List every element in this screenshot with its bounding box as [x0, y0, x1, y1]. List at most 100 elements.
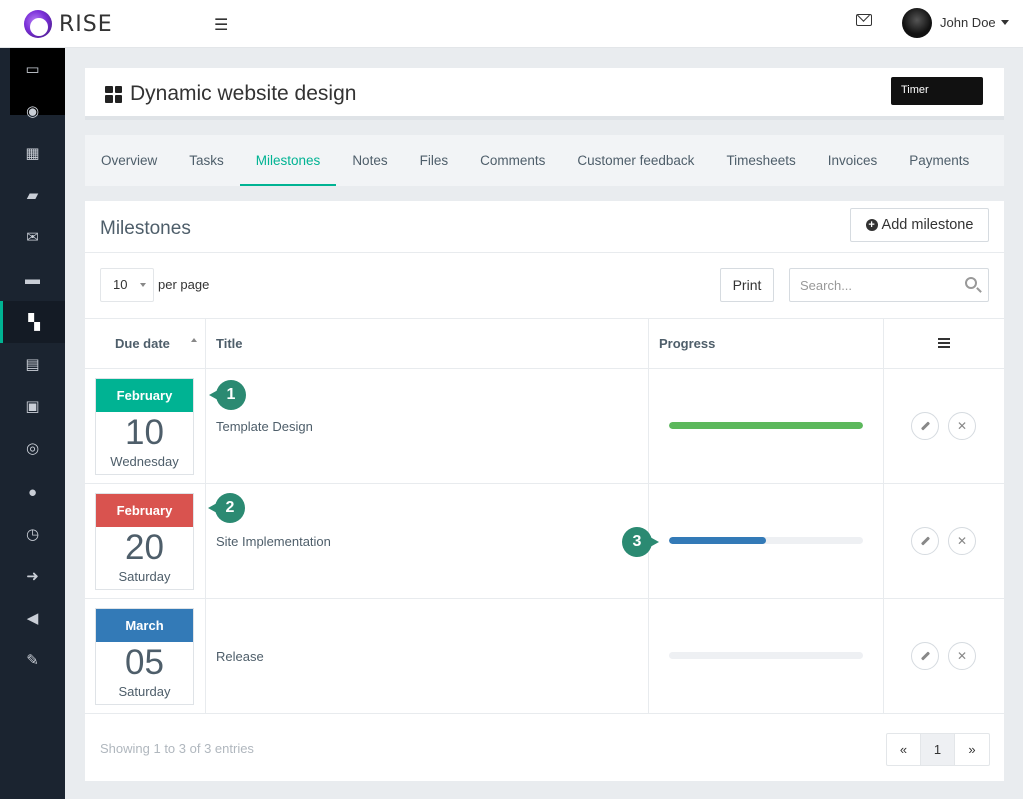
- chevron-down-icon[interactable]: [1001, 20, 1009, 25]
- due-date-card: February 20 Saturday: [95, 493, 194, 590]
- logo-mark-icon: [24, 10, 52, 38]
- chevron-down-icon: [140, 283, 146, 287]
- tab-payments[interactable]: Payments: [893, 135, 985, 186]
- close-icon: ✕: [956, 649, 968, 663]
- lifebuoy-icon: ◎: [25, 440, 40, 457]
- delete-button[interactable]: ✕: [948, 527, 976, 555]
- entries-info: Showing 1 to 3 of 3 entries: [100, 741, 254, 756]
- menu-toggle-icon[interactable]: ☰: [214, 15, 228, 35]
- pagination-page[interactable]: 1: [921, 734, 955, 765]
- sidebar-item-support[interactable]: ◎: [0, 427, 65, 469]
- due-weekday: Wednesday: [110, 454, 179, 469]
- edit-button[interactable]: [911, 642, 939, 670]
- plus-circle-icon: +: [865, 219, 878, 231]
- per-page-label: per page: [158, 277, 210, 292]
- file-icon: ▤: [25, 356, 40, 373]
- header-divider: [85, 116, 1004, 120]
- sidebar-item-messages[interactable]: ◉: [0, 90, 65, 132]
- delete-button[interactable]: ✕: [948, 642, 976, 670]
- bullhorn-icon: ◀: [26, 610, 39, 627]
- avatar[interactable]: [902, 8, 932, 38]
- sidebar-item-invoices[interactable]: ▤: [0, 343, 65, 385]
- close-icon: ✕: [956, 419, 968, 433]
- pencil-icon: [920, 536, 930, 546]
- due-day: 05: [125, 643, 164, 682]
- monitor-icon: ▭: [25, 61, 40, 78]
- sidebar-item-notes[interactable]: ▰: [0, 174, 65, 216]
- add-milestone-label: Add milestone: [881, 217, 974, 233]
- progress-bar: [669, 652, 863, 659]
- table-row: March 05 Saturday Release ✕: [85, 599, 1004, 714]
- search-icon: [965, 277, 977, 289]
- column-header-progress[interactable]: Progress: [659, 336, 715, 351]
- sidebar-item-payments[interactable]: ▣: [0, 385, 65, 427]
- print-button[interactable]: Print: [720, 268, 774, 302]
- tab-files[interactable]: Files: [404, 135, 465, 186]
- tab-overview[interactable]: Overview: [85, 135, 173, 186]
- tab-invoices[interactable]: Invoices: [812, 135, 894, 186]
- due-date-card: March 05 Saturday: [95, 608, 194, 705]
- timer-button[interactable]: Timer: [891, 77, 983, 105]
- book-icon: ▰: [26, 187, 39, 204]
- search-input[interactable]: [789, 268, 989, 302]
- close-icon: ✕: [956, 534, 968, 548]
- briefcase-icon: ▬: [25, 270, 40, 288]
- tab-tasks[interactable]: Tasks: [173, 135, 240, 186]
- project-title: Dynamic website design: [130, 82, 357, 105]
- due-day: 10: [125, 413, 164, 452]
- sort-asc-icon[interactable]: [191, 338, 197, 342]
- mail-icon[interactable]: [856, 14, 872, 26]
- milestone-title: Site Implementation: [216, 534, 331, 549]
- panel-title: Milestones: [100, 218, 191, 239]
- tab-notes[interactable]: Notes: [336, 135, 403, 186]
- sidebar-item-settings[interactable]: ✎: [0, 639, 65, 681]
- logo[interactable]: RISE: [24, 10, 113, 38]
- due-month: February: [96, 494, 193, 527]
- page-header: Dynamic website design Timer: [85, 68, 1004, 118]
- edit-button[interactable]: [911, 412, 939, 440]
- tab-timesheets[interactable]: Timesheets: [710, 135, 811, 186]
- pagination-prev[interactable]: «: [887, 734, 921, 765]
- milestone-title: Release: [216, 649, 264, 664]
- per-page-select[interactable]: 10: [100, 268, 154, 302]
- sidebar-item-leave[interactable]: ➜: [0, 555, 65, 597]
- progress-fill: [669, 422, 863, 429]
- sidebar-item-mail[interactable]: ✉: [0, 216, 65, 258]
- due-month: March: [96, 609, 193, 642]
- pencil-icon: [920, 421, 930, 431]
- sidebar-item-dashboard[interactable]: ▭: [0, 48, 65, 90]
- divider: [85, 252, 1004, 253]
- per-page-value: 10: [113, 277, 128, 292]
- tab-milestones[interactable]: Milestones: [239, 135, 337, 186]
- divider: [85, 713, 1004, 714]
- money-icon: ▣: [25, 398, 40, 415]
- column-header-due-date[interactable]: Due date: [115, 336, 170, 351]
- column-menu-icon[interactable]: [938, 338, 950, 348]
- due-day: 20: [125, 528, 164, 567]
- brand-name: RISE: [59, 11, 113, 37]
- sidebar-item-clients[interactable]: ▬: [0, 258, 65, 300]
- edit-button[interactable]: [911, 527, 939, 555]
- sidebar-item-announcements[interactable]: ◀: [0, 597, 65, 639]
- sidebar-item-attendance[interactable]: ◷: [0, 513, 65, 555]
- sidebar-item-events[interactable]: ▦: [0, 132, 65, 174]
- column-header-title[interactable]: Title: [216, 336, 243, 351]
- tab-comments[interactable]: Comments: [464, 135, 561, 186]
- milestone-title: Template Design: [216, 419, 313, 434]
- delete-button[interactable]: ✕: [948, 412, 976, 440]
- due-weekday: Saturday: [118, 684, 171, 699]
- sidebar: ▭ ◉ ▦ ▰ ✉ ▬ ▚ ▤ ▣ ◎ ● ◷ ➜ ◀ ✎: [0, 48, 65, 799]
- grid-icon: [105, 85, 122, 103]
- calendar-icon: ▦: [25, 145, 40, 162]
- envelope-icon: ✉: [26, 229, 39, 246]
- pagination-next[interactable]: »: [955, 734, 989, 765]
- wrench-icon: ✎: [26, 652, 39, 669]
- tab-customer-feedback[interactable]: Customer feedback: [561, 135, 710, 186]
- add-milestone-button[interactable]: + Add milestone: [850, 208, 989, 242]
- user-name[interactable]: John Doe: [940, 15, 996, 30]
- sidebar-item-projects[interactable]: ▚: [0, 301, 65, 343]
- callout-badge: 3: [622, 527, 659, 557]
- callout-badge: 1: [209, 380, 246, 410]
- sidebar-item-team[interactable]: ●: [0, 471, 65, 513]
- divider: [85, 318, 1004, 319]
